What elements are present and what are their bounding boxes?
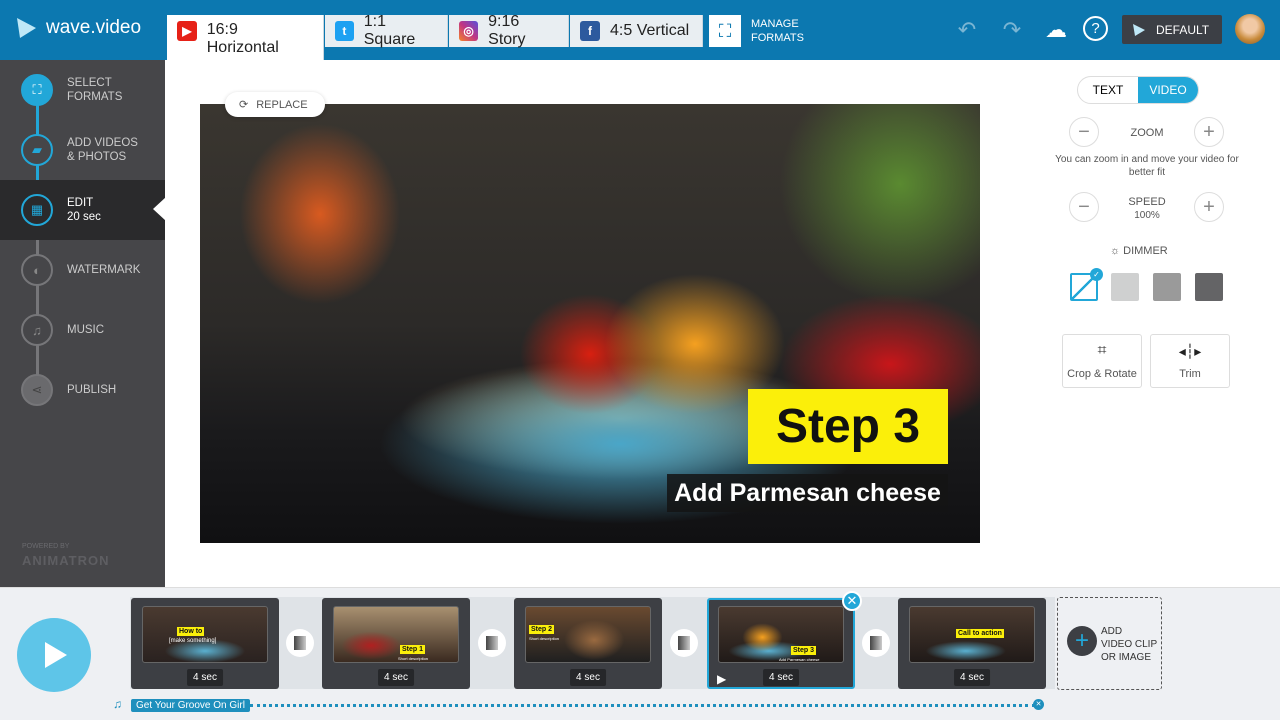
speed-up-button[interactable]: + xyxy=(1194,192,1224,222)
play-button[interactable] xyxy=(17,618,91,692)
redo-icon[interactable]: ↷ xyxy=(998,16,1026,44)
tab-9-16-story[interactable]: ◎ 9:16 Story xyxy=(449,13,569,48)
sidebar-step-edit[interactable]: ▦ EDIT 20 sec xyxy=(0,180,165,240)
clip-duration: 4 sec xyxy=(187,669,223,686)
zoom-in-button[interactable]: + xyxy=(1194,117,1224,147)
sidebar-step-music[interactable]: ♫ MUSIC xyxy=(0,300,165,360)
sidebar-step-select-formats[interactable]: ⛶ SELECT FORMATS xyxy=(0,60,165,120)
title-caption[interactable]: Step 3 xyxy=(748,389,948,464)
transition-button[interactable] xyxy=(670,629,698,657)
speed-label: SPEED xyxy=(1128,196,1166,208)
dimmer-dark-swatch[interactable] xyxy=(1195,273,1223,301)
clip-thumbnail: Step 1 Short description xyxy=(333,606,459,663)
clip-thumbnail: Step 2 Short description xyxy=(525,606,651,663)
tab-4-5-vertical[interactable]: f 4:5 Vertical xyxy=(570,15,703,47)
logo[interactable]: wave.video xyxy=(14,16,141,40)
instagram-icon: ◎ xyxy=(459,21,479,41)
clip-duration: 4 sec xyxy=(378,669,414,686)
trim-icon: ◂┆▸ xyxy=(1178,342,1202,359)
dimmer-label: ☼ DIMMER xyxy=(1110,245,1168,257)
sidebar-step-publish[interactable]: ⋖ PUBLISH xyxy=(0,360,165,420)
timeline-clip-5[interactable]: Call to action 4 sec xyxy=(898,598,1046,689)
speed-value: 100% xyxy=(1134,210,1160,221)
crop-icon: ⌗ xyxy=(1097,342,1107,359)
sidebar-step-watermark[interactable]: ◐ WATERMARK xyxy=(0,240,165,300)
share-icon: ⋖ xyxy=(21,374,53,406)
timeline-clip-3[interactable]: Step 2 Short description 4 sec xyxy=(514,598,662,689)
animatron-logo: ANIMATRON xyxy=(22,553,110,568)
wave-logo-icon xyxy=(17,18,36,38)
music-note-icon: ♫ xyxy=(113,697,122,711)
transition-icon xyxy=(870,636,882,650)
top-bar: wave.video ▶ 16:9 Horizontal t 1:1 Square … xyxy=(0,0,1280,60)
clip-thumbnail: Step 3 Add Parmesan cheese xyxy=(718,606,844,663)
sidebar: ⛶ SELECT FORMATS ▰ ADD VIDEOS & PHOTOS ▦ ED… xyxy=(0,60,165,587)
active-step-pointer xyxy=(153,197,166,221)
cloud-saved-icon[interactable]: ☁ xyxy=(1040,16,1072,44)
clip-thumbnail: Call to action xyxy=(909,606,1035,663)
transition-button[interactable] xyxy=(862,629,890,657)
clip-duration: 4 sec xyxy=(570,669,606,686)
remove-clip-button[interactable]: ✕ xyxy=(842,591,862,611)
transition-icon xyxy=(294,636,306,650)
sidebar-step-add-videos[interactable]: ▰ ADD VIDEOS & PHOTOS xyxy=(0,120,165,180)
transition-button[interactable] xyxy=(478,629,506,657)
brightness-icon: ☼ xyxy=(1110,245,1124,257)
replace-button[interactable]: ⟳ REPLACE xyxy=(225,92,325,117)
music-track-line[interactable] xyxy=(250,704,1035,707)
check-icon: ✓ xyxy=(1090,268,1103,281)
folder-upload-icon: ▰ xyxy=(21,134,53,166)
transition-icon xyxy=(678,636,690,650)
clapperboard-icon: ▦ xyxy=(21,194,53,226)
wave-logo-icon xyxy=(1133,23,1145,36)
manage-formats-button[interactable]: ⛶ MANAGE FORMATS xyxy=(709,15,804,47)
video-preview[interactable]: Step 3 Add Parmesan cheese xyxy=(200,104,980,543)
zoom-hint: You can zoom in and move your video for … xyxy=(1055,154,1239,178)
facebook-icon: f xyxy=(580,21,600,41)
timeline-clip-2[interactable]: Step 1 Short description 4 sec xyxy=(322,598,470,689)
clip-play-icon[interactable]: ▶ xyxy=(717,672,726,686)
crop-rotate-button[interactable]: ⌗ Crop & Rotate xyxy=(1062,334,1142,388)
clip-duration: 4 sec xyxy=(763,669,799,686)
tab-1-1-square[interactable]: t 1:1 Square xyxy=(325,13,448,48)
play-icon xyxy=(45,642,67,668)
formats-frame-icon: ⛶ xyxy=(709,15,741,47)
text-video-toggle: TEXT VIDEO xyxy=(1077,76,1199,104)
clip-duration: 4 sec xyxy=(954,669,990,686)
timeline-clip-4[interactable]: Step 3 Add Parmesan cheese ▶ 4 sec xyxy=(707,598,855,689)
undo-icon[interactable]: ↶ xyxy=(953,16,981,44)
tab-video[interactable]: VIDEO xyxy=(1138,77,1198,103)
remove-music-icon[interactable]: ✕ xyxy=(1033,699,1044,710)
help-icon[interactable]: ? xyxy=(1083,16,1108,41)
twitter-icon: t xyxy=(335,21,354,41)
tab-text[interactable]: TEXT xyxy=(1078,77,1138,103)
avatar[interactable] xyxy=(1235,14,1265,44)
trim-button[interactable]: ◂┆▸ Trim xyxy=(1150,334,1230,388)
add-clip-button[interactable]: + ADD VIDEO CLIP OR IMAGE xyxy=(1057,597,1162,690)
music-track[interactable]: Get Your Groove On Girl xyxy=(131,699,250,712)
dimmer-light-swatch[interactable] xyxy=(1111,273,1139,301)
plus-icon: + xyxy=(1067,626,1097,656)
transition-button[interactable] xyxy=(286,629,314,657)
youtube-icon: ▶ xyxy=(177,21,197,41)
timeline-clip-1[interactable]: How to [make something] 4 sec xyxy=(131,598,279,689)
default-brand-button[interactable]: DEFAULT xyxy=(1122,15,1222,44)
tab-16-9-horizontal[interactable]: ▶ 16:9 Horizontal xyxy=(167,15,324,60)
dimmer-medium-swatch[interactable] xyxy=(1153,273,1181,301)
music-icon: ♫ xyxy=(21,314,53,346)
subtitle-caption[interactable]: Add Parmesan cheese xyxy=(667,474,948,512)
zoom-label: ZOOM xyxy=(1130,127,1164,139)
dimmer-none-swatch[interactable]: ✓ xyxy=(1070,268,1103,301)
select-formats-icon: ⛶ xyxy=(21,74,53,106)
transition-icon xyxy=(486,636,498,650)
refresh-icon: ⟳ xyxy=(239,99,249,111)
clip-thumbnail: How to [make something] xyxy=(142,606,268,663)
drop-icon: ◐ xyxy=(21,254,53,286)
powered-by: POWERED BY xyxy=(22,543,70,550)
